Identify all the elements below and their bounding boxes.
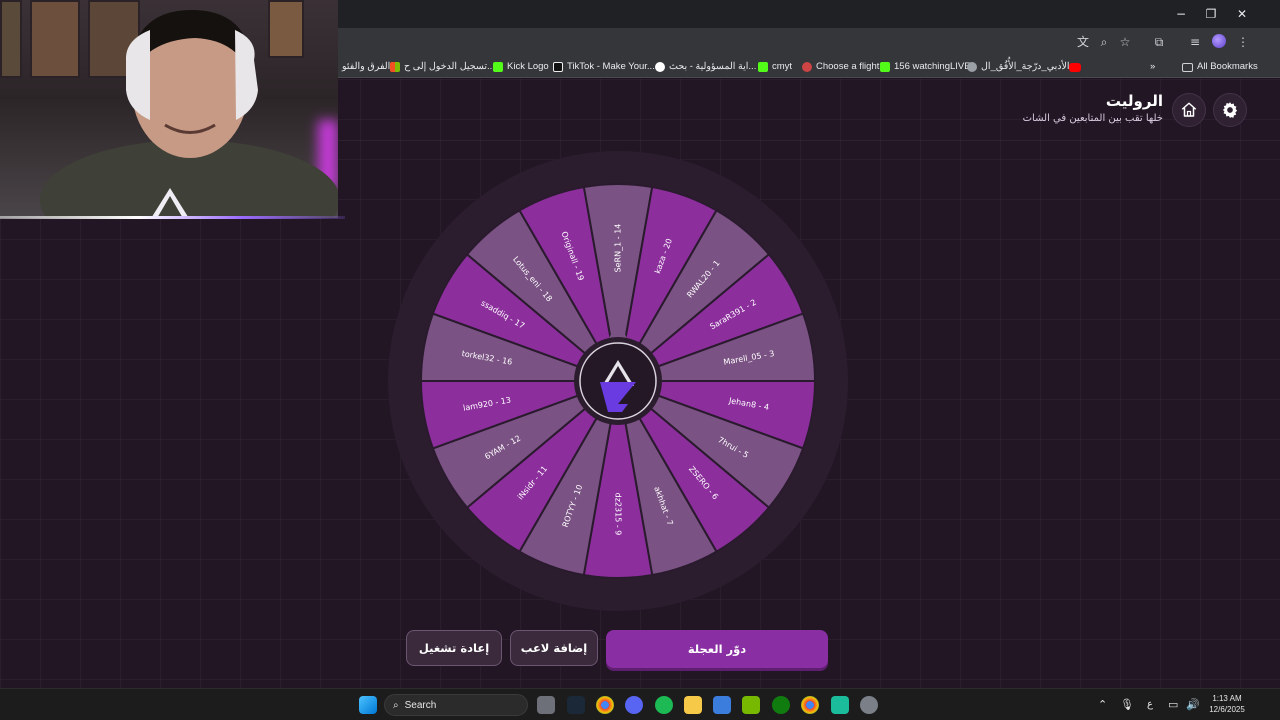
app-icon[interactable] bbox=[831, 696, 849, 714]
screen: − ❐ ✕ 文 ⌕ ☆ ⧉ ≡ ⋮ الفرق والفئو تسجيل الد… bbox=[0, 0, 1280, 720]
reset-button[interactable]: إعادة تشغيل bbox=[406, 630, 502, 666]
restore-button[interactable]: ❐ bbox=[1197, 4, 1225, 24]
clock-date[interactable]: 12/6/2025 bbox=[1204, 705, 1250, 714]
spin-wheel-button[interactable]: دوّر العجلة bbox=[606, 630, 828, 668]
settings-app-icon[interactable] bbox=[860, 696, 878, 714]
menu-kebab-icon[interactable]: ⋮ bbox=[1235, 34, 1251, 50]
gear-icon bbox=[1222, 102, 1238, 118]
home-button[interactable] bbox=[1172, 93, 1206, 127]
windows-favicon-icon bbox=[390, 62, 400, 72]
all-bookmarks-label: All Bookmarks bbox=[1197, 61, 1258, 72]
bookmark-item[interactable]: الفرق والفئو bbox=[342, 59, 390, 75]
bookmark-label: TikTok - Make Your... bbox=[567, 61, 655, 72]
tray-chevron-icon[interactable]: ⌃ bbox=[1098, 698, 1107, 711]
home-icon bbox=[1181, 102, 1197, 117]
steam-icon[interactable] bbox=[567, 696, 585, 714]
bookmark-item[interactable]: Kick Logo bbox=[493, 59, 549, 75]
chrome-icon[interactable] bbox=[596, 696, 614, 714]
nvidia-icon[interactable] bbox=[742, 696, 760, 714]
store-icon[interactable] bbox=[713, 696, 731, 714]
wheel-slice-label: dz2315 - 9 bbox=[614, 493, 623, 536]
wheel-slice-label: SeRN_1 - 14 bbox=[614, 224, 623, 273]
windows-taskbar: ⌕ Search ⌃ 🎙 ع ▭ 🔊 1:13 AM 12/6/2025 bbox=[0, 688, 1280, 720]
clock-time[interactable]: 1:13 AM bbox=[1206, 694, 1248, 703]
bookmark-label: اية المسؤولية - بحث... bbox=[669, 61, 757, 72]
kick-favicon-icon bbox=[880, 62, 890, 72]
settings-button[interactable] bbox=[1213, 93, 1247, 127]
star-bookmark-icon[interactable]: ☆ bbox=[1117, 34, 1133, 50]
close-window-button[interactable]: ✕ bbox=[1228, 4, 1256, 24]
bookmark-label: Choose a flight bbox=[816, 61, 880, 72]
start-windows-icon[interactable] bbox=[359, 696, 377, 714]
all-bookmarks-button[interactable]: All Bookmarks bbox=[1182, 59, 1258, 75]
file-explorer-icon[interactable] bbox=[684, 696, 702, 714]
kick-favicon-icon bbox=[758, 62, 768, 72]
discord-icon[interactable] bbox=[625, 696, 643, 714]
page-title: الروليت bbox=[1105, 92, 1163, 110]
plane-favicon-icon bbox=[802, 62, 812, 72]
bookmark-label: الفرق والفئو bbox=[342, 61, 391, 72]
more-bookmarks-button[interactable]: » bbox=[1150, 59, 1155, 75]
globe-favicon-icon bbox=[967, 62, 977, 72]
add-player-button[interactable]: إضافة لاعب bbox=[510, 630, 598, 666]
tiktok-favicon-icon bbox=[553, 62, 563, 72]
bookmark-item[interactable]: تسجيل الدخول إلى ح... bbox=[390, 59, 495, 75]
search-icon: ⌕ bbox=[393, 699, 399, 711]
kick-favicon-icon bbox=[493, 62, 503, 72]
bookmark-label: cmyt bbox=[772, 61, 793, 72]
profile-avatar[interactable] bbox=[1212, 34, 1226, 48]
bookmark-item[interactable]: اية المسؤولية - بحث... bbox=[655, 59, 756, 75]
roulette-wheel[interactable]: SeRN_1 - 14 kaza - 20RWAL20 - 1SaraR391 -… bbox=[380, 145, 856, 615]
bookmark-label: الأدبي_درّجة_الأُفُق_ال... bbox=[981, 61, 1077, 72]
microphone-icon[interactable]: 🎙 bbox=[1120, 698, 1134, 711]
bookmark-label: Kick Logo bbox=[507, 61, 549, 72]
bookmark-item[interactable]: الأدبي_درّجة_الأُفُق_ال... bbox=[967, 59, 1077, 75]
bookmark-item[interactable]: 156 watchingLIVE bbox=[880, 59, 971, 75]
youtube-bookmark[interactable] bbox=[1069, 59, 1081, 75]
display-icon[interactable]: ▭ bbox=[1168, 698, 1178, 711]
page-subtitle: خلها تقب بين المتابعين في الشات bbox=[1022, 113, 1163, 124]
folder-icon bbox=[1182, 62, 1193, 72]
minimize-button[interactable]: − bbox=[1167, 4, 1195, 24]
extensions-icon[interactable]: ⧉ bbox=[1151, 34, 1167, 50]
webcam-divider-line bbox=[0, 216, 345, 219]
search-placeholder: Search bbox=[404, 699, 437, 711]
xbox-icon[interactable] bbox=[772, 696, 790, 714]
bookmark-item[interactable]: Choose a flight bbox=[802, 59, 879, 75]
bookmark-label: 156 watchingLIVE bbox=[894, 61, 971, 72]
translate-icon[interactable]: 文 bbox=[1075, 34, 1091, 50]
spotify-icon[interactable] bbox=[655, 696, 673, 714]
camera-app-icon[interactable] bbox=[537, 696, 555, 714]
bookmark-item[interactable]: cmyt bbox=[758, 59, 792, 75]
zoom-icon[interactable]: ⌕ bbox=[1096, 34, 1112, 50]
brand-logo-icon bbox=[148, 188, 192, 218]
taskbar-search[interactable]: ⌕ Search bbox=[384, 694, 528, 716]
chrome-active-icon[interactable] bbox=[801, 696, 819, 714]
bookmark-item[interactable]: TikTok - Make Your... bbox=[553, 59, 655, 75]
input-language[interactable]: ع bbox=[1147, 699, 1153, 710]
webcam-overlay bbox=[0, 0, 338, 218]
youtube-favicon-icon bbox=[1069, 62, 1081, 72]
volume-icon[interactable]: 🔊 bbox=[1186, 698, 1200, 711]
google-favicon-icon bbox=[655, 62, 665, 72]
media-control-icon[interactable]: ≡ bbox=[1187, 34, 1203, 50]
bookmark-label: تسجيل الدخول إلى ح... bbox=[404, 61, 495, 72]
